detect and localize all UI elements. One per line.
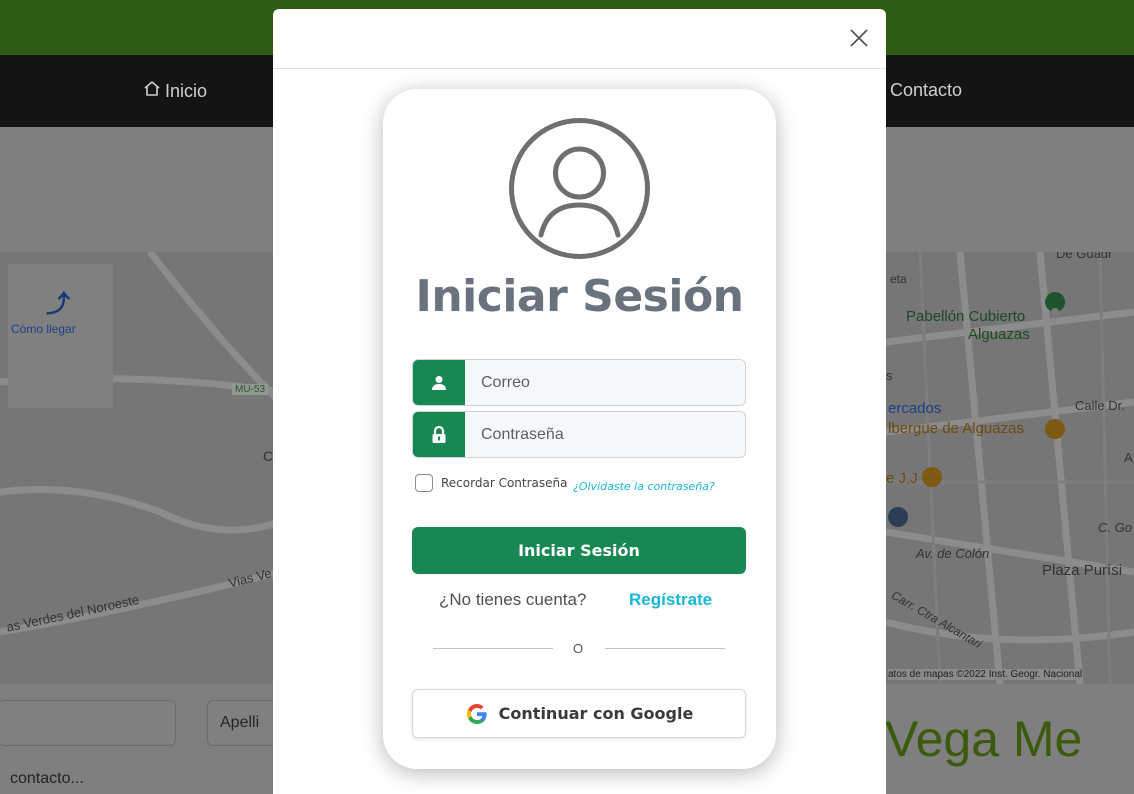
name-field[interactable] (0, 700, 176, 746)
register-link[interactable]: Regístrate (629, 590, 712, 610)
close-icon (850, 29, 868, 47)
brand-v: V (885, 711, 916, 767)
map-label: Alguazas (968, 326, 1030, 343)
map-label: C. Go (1098, 520, 1132, 535)
login-title: Iniciar Sesión (415, 271, 744, 322)
divider-left (433, 648, 553, 649)
map-label: A (1124, 450, 1133, 465)
no-account-text: ¿No tienes cuenta? (439, 590, 587, 609)
divider-or: O (573, 641, 584, 656)
home-icon (143, 80, 161, 102)
map-label: ercados (888, 400, 942, 417)
directions-label: Cómo llegar (11, 322, 76, 336)
map-attribution[interactable]: atos de mapas ©2022 Inst. Geogr. Naciona… (888, 669, 1083, 680)
directions-panel[interactable]: ⤴ Cómo llegar (8, 264, 113, 408)
map-label: Calle Dr. (1075, 398, 1125, 413)
map-label: Pabellón Cubierto (906, 308, 1026, 325)
map-label: C (263, 448, 274, 464)
map-label: e J.J (886, 470, 918, 487)
map-label: s (886, 368, 893, 383)
remember-row: Recordar Contraseña (415, 474, 567, 492)
map-label: Plaza Purísi (1042, 562, 1123, 579)
google-login-button[interactable]: Continuar con Google (412, 689, 746, 738)
google-login-label: Continuar con Google (498, 704, 694, 723)
email-input[interactable] (465, 360, 745, 405)
password-input[interactable] (465, 412, 745, 457)
remember-label[interactable]: Recordar Contraseña (441, 476, 567, 490)
password-field-group (412, 411, 746, 458)
map-label: Av. de Colón (916, 546, 990, 561)
forgot-password-link[interactable]: ¿Olvidaste la contraseña? (573, 480, 715, 493)
directions-icon: ⤴ (46, 290, 70, 318)
map-label: lbergue de Alguazas (888, 420, 1024, 437)
user-circle-icon (509, 118, 650, 259)
nav-item-home[interactable]: Inicio (143, 80, 207, 102)
google-icon (466, 703, 487, 724)
map-pin-icon (888, 507, 908, 527)
modal-header (273, 9, 886, 69)
message-field[interactable]: contacto... (10, 770, 84, 788)
login-submit-button[interactable]: Iniciar Sesión (412, 527, 746, 574)
brand-text: ega Me (915, 711, 1083, 767)
brand-title: Vega Me (885, 710, 1082, 768)
user-icon (432, 375, 446, 390)
map-label: De Guadr (1056, 252, 1113, 261)
login-modal: Iniciar Sesión Recordar Co (273, 9, 886, 794)
nav-home-label: Inicio (165, 81, 208, 101)
map-label: eta (890, 272, 907, 286)
close-button[interactable] (846, 25, 872, 51)
nav-contact-label: Contacto (890, 80, 963, 100)
divider-right (605, 648, 725, 649)
road-badge: MU-53 (232, 384, 269, 395)
email-addon (413, 360, 465, 405)
password-addon (413, 412, 465, 457)
email-field-group (412, 359, 746, 406)
nav-item-contact[interactable]: Contacto (890, 80, 962, 101)
login-card: Iniciar Sesión Recordar Co (383, 89, 776, 769)
lock-icon (432, 425, 446, 443)
remember-checkbox[interactable] (415, 474, 433, 492)
